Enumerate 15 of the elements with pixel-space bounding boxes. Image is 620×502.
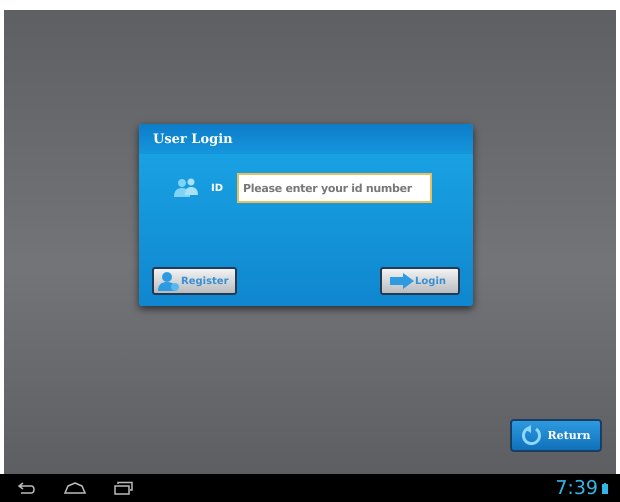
users-icon bbox=[173, 177, 199, 199]
login-button[interactable]: Login bbox=[380, 267, 460, 295]
recent-apps-icon[interactable] bbox=[114, 481, 134, 495]
user-icon bbox=[158, 271, 180, 291]
arrow-icon bbox=[390, 273, 414, 289]
back-icon[interactable] bbox=[18, 482, 36, 494]
return-button[interactable]: Return bbox=[510, 419, 602, 452]
home-icon[interactable] bbox=[64, 482, 86, 494]
refresh-icon bbox=[521, 424, 544, 446]
clock-time: 7:39 bbox=[555, 477, 598, 499]
dialog-title: User Login bbox=[153, 132, 233, 146]
battery-icon bbox=[602, 482, 608, 494]
id-label: ID bbox=[211, 182, 224, 194]
register-button[interactable]: Register bbox=[152, 267, 237, 295]
id-input-field[interactable]: Please enter your id number bbox=[237, 173, 432, 203]
